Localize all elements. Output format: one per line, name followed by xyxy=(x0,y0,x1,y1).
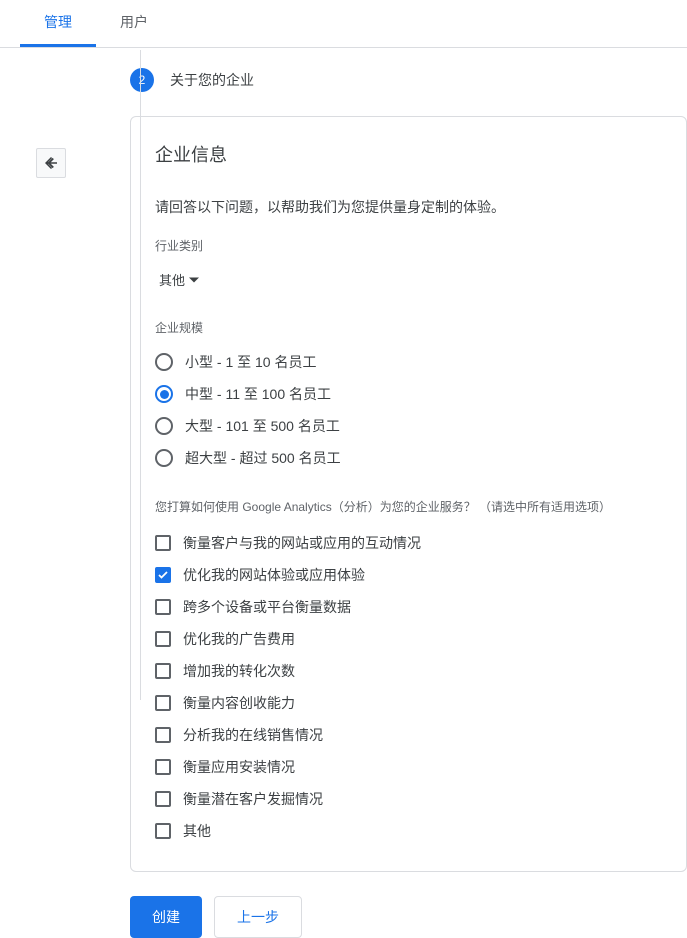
card-title: 企业信息 xyxy=(155,141,662,167)
checkbox-icon xyxy=(155,567,171,583)
checkbox-label: 衡量客户与我的网站或应用的互动情况 xyxy=(183,533,421,553)
create-button[interactable]: 创建 xyxy=(130,896,202,938)
step-number-badge: 2 xyxy=(130,68,154,92)
checkbox-label: 衡量应用安装情况 xyxy=(183,757,295,777)
usage-checkbox-item[interactable]: 衡量应用安装情况 xyxy=(155,751,662,783)
size-radio-item[interactable]: 超大型 - 超过 500 名员工 xyxy=(155,442,662,474)
usage-checkbox-item[interactable]: 衡量潜在客户发掘情况 xyxy=(155,783,662,815)
industry-label: 行业类别 xyxy=(155,237,662,254)
step-title: 关于您的企业 xyxy=(170,70,254,90)
usage-checkbox-item[interactable]: 增加我的转化次数 xyxy=(155,655,662,687)
radio-label: 大型 - 101 至 500 名员工 xyxy=(185,416,340,436)
industry-selected: 其他 xyxy=(159,270,185,289)
checkbox-icon xyxy=(155,759,171,775)
checkbox-label: 增加我的转化次数 xyxy=(183,661,295,681)
radio-label: 超大型 - 超过 500 名员工 xyxy=(185,448,341,468)
usage-checkbox-group: 衡量客户与我的网站或应用的互动情况优化我的网站体验或应用体验跨多个设备或平台衡量… xyxy=(155,527,662,847)
industry-dropdown[interactable]: 其他 xyxy=(155,264,203,295)
size-radio-item[interactable]: 大型 - 101 至 500 名员工 xyxy=(155,410,662,442)
back-arrow-button[interactable] xyxy=(36,148,66,178)
checkbox-icon xyxy=(155,695,171,711)
step-header: 2 关于您的企业 xyxy=(130,68,687,92)
size-radio-group: 小型 - 1 至 10 名员工中型 - 11 至 100 名员工大型 - 101… xyxy=(155,346,662,474)
checkbox-icon xyxy=(155,727,171,743)
radio-label: 中型 - 11 至 100 名员工 xyxy=(185,384,331,404)
checkbox-icon xyxy=(155,791,171,807)
checkbox-label: 优化我的广告费用 xyxy=(183,629,295,649)
size-radio-item[interactable]: 中型 - 11 至 100 名员工 xyxy=(155,378,662,410)
size-label: 企业规模 xyxy=(155,319,662,336)
checkbox-icon xyxy=(155,663,171,679)
tab-admin[interactable]: 管理 xyxy=(20,0,96,47)
radio-icon xyxy=(155,353,173,371)
usage-checkbox-item[interactable]: 其他 xyxy=(155,815,662,847)
arrow-left-icon xyxy=(42,154,60,172)
chevron-down-icon xyxy=(189,275,199,285)
previous-button[interactable]: 上一步 xyxy=(214,896,302,938)
tab-bar: 管理 用户 xyxy=(0,0,687,48)
checkbox-label: 分析我的在线销售情况 xyxy=(183,725,323,745)
tab-user[interactable]: 用户 xyxy=(96,0,172,47)
radio-icon xyxy=(155,417,173,435)
business-info-card: 企业信息 请回答以下问题，以帮助我们为您提供量身定制的体验。 行业类别 其他 企… xyxy=(130,116,687,872)
checkbox-icon xyxy=(155,631,171,647)
radio-label: 小型 - 1 至 10 名员工 xyxy=(185,352,316,372)
usage-checkbox-item[interactable]: 衡量内容创收能力 xyxy=(155,687,662,719)
size-radio-item[interactable]: 小型 - 1 至 10 名员工 xyxy=(155,346,662,378)
checkbox-label: 其他 xyxy=(183,821,211,841)
step-timeline xyxy=(140,50,141,700)
checkbox-icon xyxy=(155,535,171,551)
usage-checkbox-item[interactable]: 分析我的在线销售情况 xyxy=(155,719,662,751)
checkbox-label: 衡量潜在客户发掘情况 xyxy=(183,789,323,809)
usage-label: 您打算如何使用 Google Analytics（分析）为您的企业服务？ （请选… xyxy=(155,498,662,515)
action-buttons: 创建 上一步 xyxy=(130,896,687,938)
checkbox-label: 衡量内容创收能力 xyxy=(183,693,295,713)
checkbox-label: 跨多个设备或平台衡量数据 xyxy=(183,597,351,617)
radio-icon xyxy=(155,385,173,403)
radio-icon xyxy=(155,449,173,467)
usage-checkbox-item[interactable]: 优化我的广告费用 xyxy=(155,623,662,655)
checkbox-icon xyxy=(155,599,171,615)
usage-checkbox-item[interactable]: 跨多个设备或平台衡量数据 xyxy=(155,591,662,623)
checkbox-label: 优化我的网站体验或应用体验 xyxy=(183,565,365,585)
usage-checkbox-item[interactable]: 优化我的网站体验或应用体验 xyxy=(155,559,662,591)
usage-checkbox-item[interactable]: 衡量客户与我的网站或应用的互动情况 xyxy=(155,527,662,559)
checkbox-icon xyxy=(155,823,171,839)
card-description: 请回答以下问题，以帮助我们为您提供量身定制的体验。 xyxy=(155,197,662,217)
